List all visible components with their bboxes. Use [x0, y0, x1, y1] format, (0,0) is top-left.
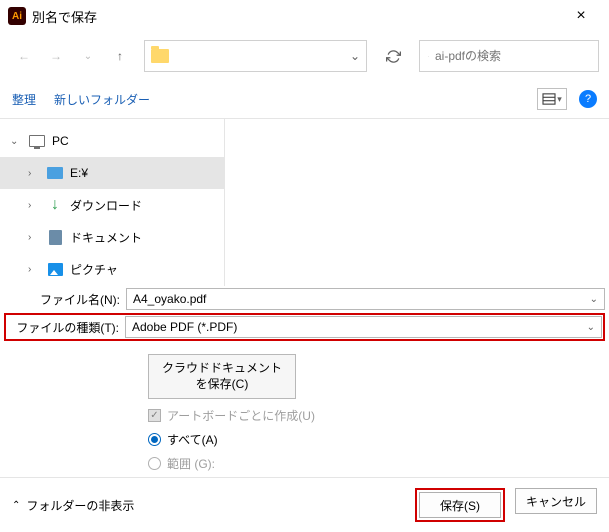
new-folder-button[interactable]: 新しいフォルダー: [54, 91, 150, 108]
chevron-down-icon[interactable]: ⌄: [587, 322, 595, 333]
chevron-down-icon[interactable]: ⌄: [350, 49, 360, 63]
filetype-select[interactable]: Adobe PDF (*.PDF) ⌄: [125, 316, 602, 338]
tree-item-pictures[interactable]: › ピクチャ: [0, 253, 224, 285]
tree-label: E:¥: [70, 166, 88, 180]
organize-button[interactable]: 整理: [12, 91, 36, 108]
pc-icon: [29, 135, 45, 147]
radio-range: 範囲 (G):: [148, 455, 609, 472]
app-icon: Ai: [8, 7, 26, 25]
window-title: 別名で保存: [32, 7, 561, 26]
hide-folders-toggle[interactable]: ⌃ フォルダーの非表示: [12, 497, 134, 514]
filetype-value: Adobe PDF (*.PDF): [132, 320, 237, 334]
radio-icon: [148, 433, 161, 446]
refresh-icon[interactable]: [377, 49, 409, 64]
cloud-save-button[interactable]: クラウドドキュメントを保存(C): [148, 354, 296, 399]
cancel-button[interactable]: キャンセル: [515, 488, 597, 514]
drive-icon: [47, 167, 63, 179]
folder-icon: [151, 49, 169, 63]
search-icon: [428, 50, 429, 63]
pictures-icon: [48, 263, 63, 276]
nav-forward-icon[interactable]: →: [42, 42, 70, 70]
search-box[interactable]: [419, 40, 599, 72]
filetype-label: ファイルの種類(T):: [7, 319, 125, 336]
chevron-down-icon[interactable]: ⌄: [590, 294, 598, 305]
expand-icon[interactable]: ›: [28, 264, 40, 275]
tree-item-pc[interactable]: ⌄ PC: [0, 125, 224, 157]
nav-up-icon[interactable]: ↑: [106, 42, 134, 70]
filename-label: ファイル名(N):: [4, 291, 126, 308]
hide-folders-label: フォルダーの非表示: [26, 497, 134, 514]
filename-value: A4_oyako.pdf: [133, 292, 206, 306]
tree-label: ドキュメント: [70, 229, 142, 246]
filetype-highlight: ファイルの種類(T): Adobe PDF (*.PDF) ⌄: [4, 313, 605, 341]
checkbox-icon: ✓: [148, 409, 161, 422]
view-mode-button[interactable]: ▾: [537, 88, 567, 110]
chevron-down-icon: ▾: [557, 94, 562, 105]
nav-back-icon[interactable]: ←: [10, 42, 38, 70]
per-artboard-checkbox: ✓ アートボードごとに作成(U): [148, 407, 609, 424]
tree-label: ダウンロード: [70, 197, 142, 214]
help-icon[interactable]: ?: [579, 90, 597, 108]
chevron-up-icon: ⌃: [12, 500, 20, 511]
radio-label: 範囲 (G):: [167, 455, 215, 472]
path-box[interactable]: ⌄: [144, 40, 367, 72]
collapse-icon[interactable]: ⌄: [10, 136, 22, 147]
filename-input[interactable]: A4_oyako.pdf ⌄: [126, 288, 605, 310]
tree-label: ピクチャ: [70, 261, 118, 278]
file-list-area[interactable]: [225, 119, 609, 286]
tree-item-drive[interactable]: › E:¥: [0, 157, 224, 189]
close-icon[interactable]: ×: [561, 7, 601, 25]
search-input[interactable]: [435, 49, 590, 63]
expand-icon[interactable]: ›: [28, 200, 40, 211]
tree-item-downloads[interactable]: › ↓ ダウンロード: [0, 189, 224, 221]
tree-item-documents[interactable]: › ドキュメント: [0, 221, 224, 253]
radio-icon: [148, 457, 161, 470]
nav-chevron-down-icon[interactable]: ⌄: [74, 42, 102, 70]
download-icon: ↓: [46, 197, 64, 213]
save-highlight: 保存(S): [415, 488, 505, 522]
checkbox-label: アートボードごとに作成(U): [167, 407, 315, 424]
radio-all[interactable]: すべて(A): [148, 431, 609, 448]
expand-icon[interactable]: ›: [28, 232, 40, 243]
tree-label: PC: [52, 134, 69, 148]
save-button[interactable]: 保存(S): [419, 492, 501, 518]
folder-tree: ⌄ PC › E:¥ › ↓ ダウンロード › ドキュメント › ピクチャ: [0, 119, 225, 286]
radio-label: すべて(A): [167, 431, 218, 448]
document-icon: [49, 230, 62, 245]
expand-icon[interactable]: ›: [28, 168, 40, 179]
